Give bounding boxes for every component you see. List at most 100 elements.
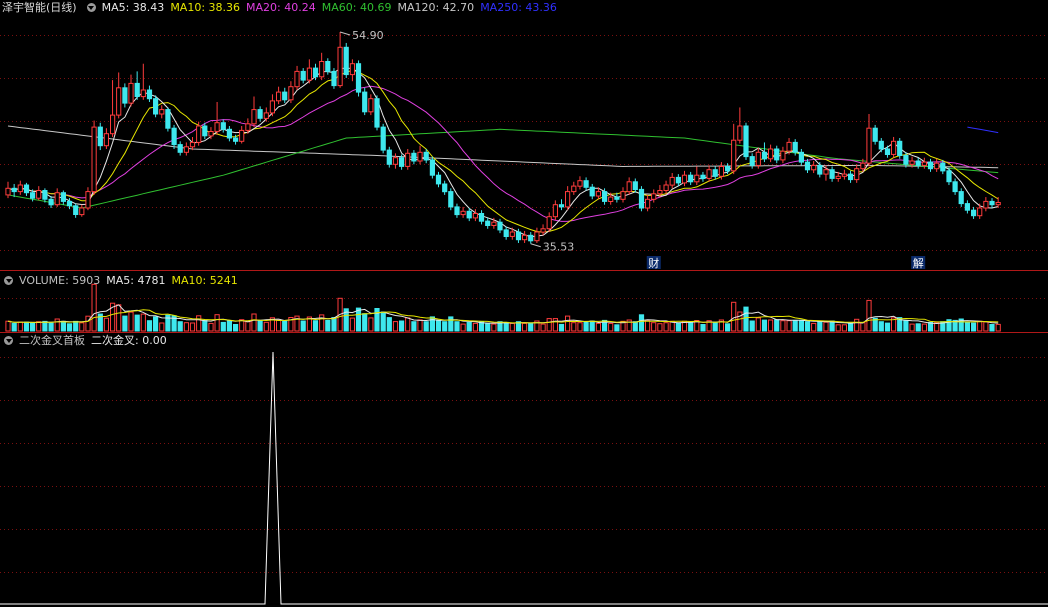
candle-body [417, 151, 423, 162]
volume-bar [405, 317, 411, 332]
candle-body [743, 125, 749, 158]
candle-body [423, 151, 429, 161]
candle-body [509, 231, 515, 237]
candle-body [755, 151, 761, 166]
volume-bar [755, 317, 761, 332]
volume-bar [417, 319, 423, 332]
volume-bar [595, 322, 601, 332]
volume-dropdown-icon[interactable] [4, 275, 13, 285]
volume-bar [300, 320, 306, 332]
volume-bar [214, 314, 220, 332]
volume-bar [399, 320, 405, 332]
candle-body [48, 198, 54, 206]
candle-body [165, 109, 171, 129]
volume-bar [817, 320, 823, 332]
stock-chart[interactable]: 54.90 35.53 财 解 泽宇智能(日线) MA5: 38.43 MA10: 3… [0, 0, 1048, 607]
candle-body [257, 109, 263, 119]
candle-body [860, 162, 866, 170]
candles [5, 32, 1001, 244]
volume-bar [380, 311, 386, 332]
volume-bar [355, 307, 362, 332]
candle-body [159, 109, 165, 115]
volume-bar [5, 320, 11, 332]
candle-body [355, 63, 362, 93]
candle-body [312, 67, 319, 78]
candle-body [491, 221, 497, 226]
volume-bar [85, 315, 91, 332]
chart-canvas[interactable]: 54.90 35.53 财 解 [0, 0, 1048, 607]
candle-body [971, 209, 977, 217]
panel-separator [0, 270, 1048, 271]
volume-bar [768, 319, 774, 332]
candle-body [411, 152, 417, 162]
candle-body [534, 231, 540, 242]
volume-bar [66, 323, 73, 332]
volume-bar [325, 319, 331, 332]
candle-body [749, 156, 755, 166]
volume-bar [245, 321, 251, 332]
candle-body [374, 98, 380, 128]
candle-body [54, 192, 60, 206]
candle-body [620, 191, 626, 200]
candle-body [780, 150, 786, 161]
volume-bar [251, 313, 257, 332]
candle-body [42, 190, 48, 200]
candle-body [282, 91, 288, 101]
candle-body [878, 140, 884, 150]
ma250-label: MA250: 43.36 [480, 0, 557, 14]
volume-bar [509, 322, 515, 332]
candle-body [11, 187, 17, 193]
candle-body [552, 204, 558, 218]
volume-bar [589, 320, 595, 332]
volume-bar [522, 322, 528, 332]
candle-body [337, 46, 343, 87]
volume-bar [964, 321, 970, 332]
candle-body [503, 229, 509, 237]
candle-body [589, 186, 595, 197]
candle-body [362, 91, 368, 113]
candle-body [497, 221, 503, 231]
candle-body [435, 174, 442, 185]
volume-bar [73, 320, 79, 332]
volume-bar [860, 322, 866, 332]
volume-bar [675, 322, 681, 332]
candle-body [85, 191, 91, 209]
volume-bar [977, 320, 983, 332]
candle-body [30, 192, 36, 199]
candle-body [220, 122, 226, 130]
candle-body [153, 98, 159, 115]
settings-dropdown-icon[interactable] [86, 2, 96, 12]
candle-body [866, 127, 872, 164]
candle-body [835, 175, 841, 180]
candle-body [515, 231, 522, 241]
volume-ma10-label: MA10: 5241 [171, 273, 238, 287]
candle-body [245, 123, 251, 131]
candle-body [854, 168, 860, 181]
candle-body [276, 91, 282, 102]
candle-body [675, 176, 681, 184]
volume-bar [349, 317, 355, 332]
volume-bar [854, 318, 860, 332]
candle-body [269, 100, 275, 114]
candle-body [915, 160, 921, 166]
candle-body [651, 193, 657, 200]
volume-bar [786, 320, 792, 332]
indicator-dropdown-icon[interactable] [4, 335, 13, 345]
candle-body [614, 196, 620, 200]
indicator-line [0, 351, 1048, 605]
volume-bar [725, 323, 731, 332]
volume-bar [540, 323, 546, 332]
volume-bar [983, 321, 989, 332]
candle-body [386, 149, 392, 165]
volume-bar [485, 323, 491, 332]
volume-bar [743, 306, 749, 332]
candle-body [36, 190, 42, 199]
volume-bar [491, 323, 497, 332]
candle-body [804, 161, 811, 171]
candle-body [454, 206, 460, 216]
candle-body [700, 174, 706, 179]
candle-body [927, 161, 934, 170]
volume-bar [17, 321, 23, 332]
candle-body [140, 89, 146, 98]
volume-bar [392, 321, 399, 332]
